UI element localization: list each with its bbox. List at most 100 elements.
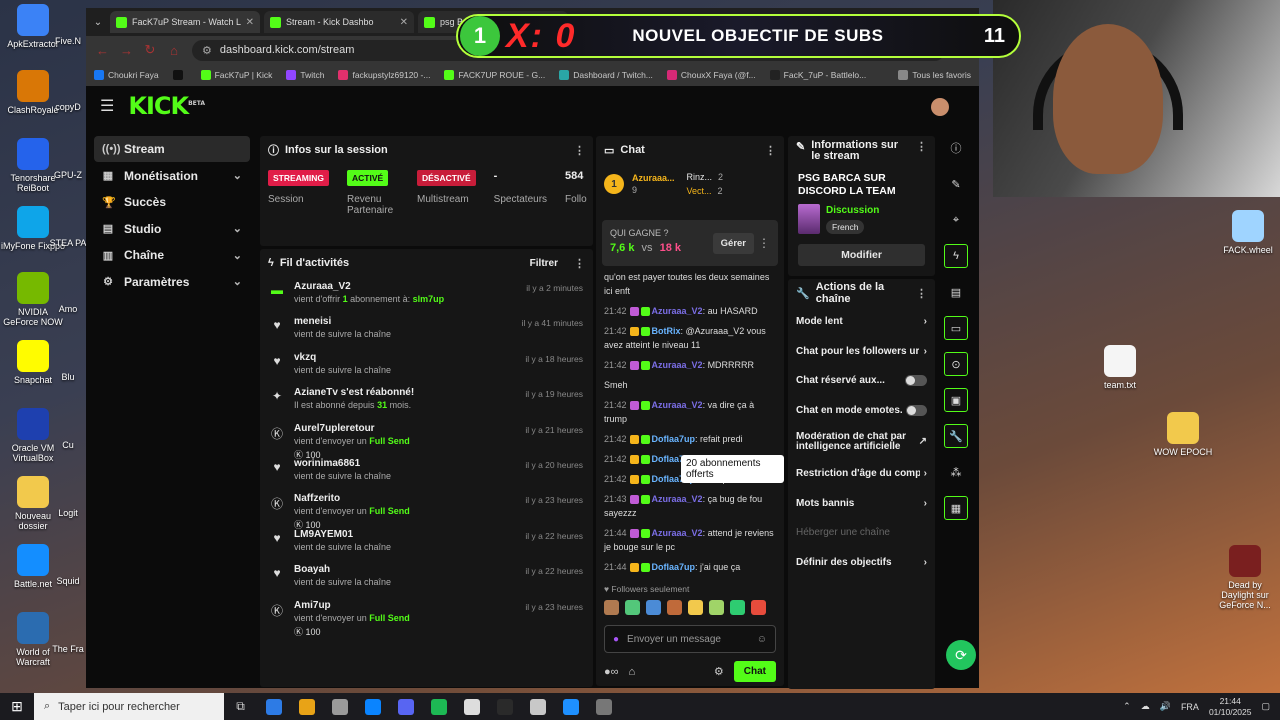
bookmark-item[interactable]: Choukri Faya (94, 70, 159, 80)
taskbar-app-icon[interactable] (455, 693, 488, 720)
chat-more-icon[interactable]: ⋮ (765, 144, 776, 157)
back-icon[interactable]: ← (96, 43, 109, 58)
home-icon[interactable]: ⌂ (168, 43, 180, 58)
clock[interactable]: 21:44 01/10/2025 (1209, 696, 1252, 718)
message-user[interactable]: Doflaa7up (652, 434, 696, 444)
channel-action[interactable]: Modération de chat par intelligence arti… (788, 425, 935, 459)
desktop-icon[interactable]: FACK.wheel (1215, 210, 1280, 255)
points-icon[interactable]: ●∞ (604, 666, 619, 678)
tab-list-icon[interactable]: ⌄ (90, 17, 106, 28)
stream-info-more-icon[interactable]: ⋮ (916, 140, 927, 153)
support-fab-icon[interactable]: ⟳ (946, 640, 976, 670)
emote-icon[interactable] (709, 600, 724, 615)
browser-tab[interactable]: Stream - Kick Dashbo ✕ (264, 11, 414, 33)
taskbar-app-icon[interactable] (554, 693, 587, 720)
edit-icon[interactable]: ✎ (944, 172, 968, 196)
settings-icon[interactable]: ⚙ (714, 665, 724, 678)
bookmark-item[interactable]: ChouxX Faya (@f... (666, 70, 756, 80)
wrench-icon[interactable]: 🔧 (944, 424, 968, 448)
desktop-icon[interactable]: Amo (48, 304, 88, 314)
activity-item[interactable]: ♥ vkzq vient de suivre la chaîne il y a 18 … (260, 348, 593, 383)
top-gifter-1[interactable]: Azuraaa... 9 (632, 173, 675, 195)
filter-button[interactable]: Filtrer (530, 258, 558, 269)
manage-prediction-button[interactable]: Gérer (712, 233, 754, 254)
emote-icon[interactable] (667, 600, 682, 615)
toggle-switch[interactable] (906, 404, 927, 416)
message-user[interactable]: Azuraaa_V2 (652, 528, 703, 538)
task-view-icon[interactable]: ⧉ (224, 693, 257, 720)
store-icon[interactable]: ⌂ (629, 666, 636, 678)
channel-action[interactable]: Restriction d'âge du comp › (788, 459, 935, 489)
desktop-icon[interactable]: Blu (48, 372, 88, 382)
emote-icon[interactable] (646, 600, 661, 615)
desktop-icon[interactable]: Oracle VM VirtualBox (0, 408, 66, 463)
desktop-icon[interactable]: team.txt (1087, 345, 1153, 390)
chat-message[interactable]: 21:42 Azuraaa_V2: MDRRRRR (604, 358, 776, 372)
activity-item[interactable]: ♥ LM9AYEM01 vient de suivre la chaîne il y … (260, 525, 593, 560)
desktop-icon[interactable]: Logit (48, 508, 88, 518)
chat-message[interactable]: 21:42 BotRix: @Azuraaa_V2 vous avez attei… (604, 324, 776, 352)
channel-action[interactable]: Chat pour les followers ur › (788, 337, 935, 367)
windows-start-icon[interactable]: ⊞ (0, 698, 34, 715)
channel-action[interactable]: Chat en mode emotes... (788, 396, 935, 426)
message-user[interactable]: BotRix (652, 326, 681, 336)
close-tab-icon[interactable]: ✕ (246, 17, 254, 28)
bookmark-item[interactable]: FacK7uP | Kick (200, 70, 272, 80)
channel-action[interactable]: Mots bannis › (788, 489, 935, 519)
chat-message[interactable]: 21:42 Doflaa7up: refait predi (604, 432, 776, 446)
toggle-switch[interactable] (905, 375, 927, 387)
bookmark-item[interactable] (172, 70, 187, 80)
activity-item[interactable]: Ⓚ Ami7up vient d'envoyer un Full Send Ⓚ 100… (260, 596, 593, 637)
gifter-name[interactable]: Rinz... (687, 172, 713, 182)
desktop-icon[interactable]: Five.N (48, 36, 88, 46)
chat-message[interactable]: 21:44 Doflaa7up: j'ai que ça (604, 560, 776, 574)
desktop-icon[interactable]: Nouveau dossier (0, 476, 66, 531)
channel-action[interactable]: Chat réservé aux... (788, 366, 935, 396)
taskbar-app-icon[interactable] (488, 693, 521, 720)
chat-message[interactable]: 21:42 Azuraaa_V2: va dire ça à trump (604, 398, 776, 426)
session-more-icon[interactable]: ⋮ (574, 144, 585, 157)
activity-more-icon[interactable]: ⋮ (574, 257, 585, 270)
modify-button[interactable]: Modifier (798, 244, 925, 266)
nav-item-paramètres[interactable]: ⚙ Paramètres ⌄ (94, 269, 250, 295)
desktop-icon[interactable]: Tenorshare ReiBoot (0, 138, 66, 193)
activity-item[interactable]: ♥ worinima6861 vient de suivre la chaîne il… (260, 454, 593, 489)
desktop-icon[interactable]: World of Warcraft (0, 612, 66, 667)
chat-message[interactable]: 21:42 Azuraaa_V2: au HASARD (604, 304, 776, 318)
desktop-icon[interactable]: STEA PA (48, 238, 88, 248)
category-name[interactable]: Discussion (826, 205, 879, 216)
prediction-more-icon[interactable]: ⋮ (758, 236, 770, 250)
bookmark-item[interactable]: Twitch (286, 70, 324, 80)
broadcast-icon[interactable]: ⊙ (944, 352, 968, 376)
tray-chevron-icon[interactable]: ⌃ (1123, 701, 1131, 712)
message-user[interactable]: Azuraaa_V2 (652, 400, 703, 410)
mic-icon[interactable]: ● (613, 634, 619, 645)
channel-action[interactable]: Mode lent › (788, 307, 935, 337)
activity-item[interactable]: Ⓚ Naffzerito vient d'envoyer un Full Send Ⓚ… (260, 489, 593, 530)
notifications-icon[interactable]: ▢ (1261, 701, 1270, 712)
layout-icon[interactable]: ▣ (944, 388, 968, 412)
taskbar-search[interactable]: ⌕ Taper ici pour rechercher (34, 693, 224, 720)
message-user[interactable]: Doflaa7up (652, 562, 696, 572)
gifter-name[interactable]: Vect... (687, 186, 712, 196)
nodes-icon[interactable]: ⁂ (944, 460, 968, 484)
taskbar-app-icon[interactable] (257, 693, 290, 720)
emote-icon[interactable] (730, 600, 745, 615)
send-chat-button[interactable]: Chat (733, 661, 776, 682)
bookmark-item[interactable]: FACK7UP ROUE - G... (444, 70, 545, 80)
bookmark-item[interactable]: FacK_7uP - Battlelo... (769, 70, 866, 80)
chat-bubble-icon[interactable]: ▭ (944, 316, 968, 340)
doc-icon[interactable]: ▤ (944, 280, 968, 304)
taskbar-app-icon[interactable] (290, 693, 323, 720)
site-info-icon[interactable]: ⚙ (202, 44, 212, 57)
volume-icon[interactable]: 🔊 (1160, 701, 1171, 712)
desktop-icon[interactable]: NVIDIA GeForce NOW (0, 272, 66, 327)
chat-message[interactable]: Smeh (604, 378, 776, 392)
desktop-icon[interactable]: The Fra (48, 644, 88, 654)
chat-message[interactable]: 21:44 Azuraaa_V2: attend je reviens je bo… (604, 526, 776, 554)
emote-icon[interactable] (688, 600, 703, 615)
channel-action[interactable]: Définir des objectifs › (788, 548, 935, 578)
desktop-icon[interactable]: Cu (48, 440, 88, 450)
desktop-icon[interactable]: Squid (48, 576, 88, 586)
nav-item-succès[interactable]: 🏆 Succès (94, 189, 250, 215)
